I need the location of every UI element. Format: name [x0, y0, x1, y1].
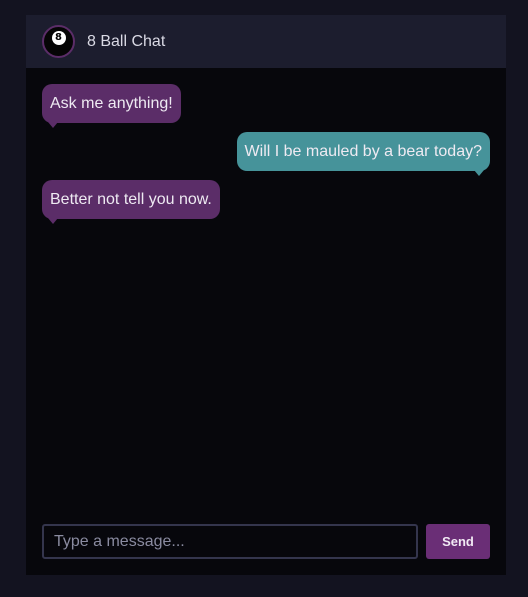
message-row: Better not tell you now. [42, 180, 490, 224]
message-row: Ask me anything! [42, 84, 490, 128]
bot-message-bubble: Better not tell you now. [42, 180, 220, 224]
message-input[interactable] [42, 524, 418, 559]
chat-window: 8 8 Ball Chat Ask me anything! Will I be… [26, 15, 506, 575]
page: 8 8 Ball Chat Ask me anything! Will I be… [0, 0, 528, 597]
user-message-bubble: Will I be mauled by a bear today? [236, 132, 490, 176]
chat-title: 8 Ball Chat [87, 32, 166, 50]
message-composer: Send [42, 524, 490, 559]
bot-message-bubble: Ask me anything! [42, 84, 181, 128]
eight-ball-icon: 8 [51, 31, 66, 45]
chat-header: 8 8 Ball Chat [26, 15, 506, 68]
message-list: Ask me anything! Will I be mauled by a b… [42, 84, 490, 514]
avatar: 8 [42, 25, 75, 58]
send-button[interactable]: Send [426, 524, 490, 559]
message-row: Will I be mauled by a bear today? [42, 132, 490, 176]
